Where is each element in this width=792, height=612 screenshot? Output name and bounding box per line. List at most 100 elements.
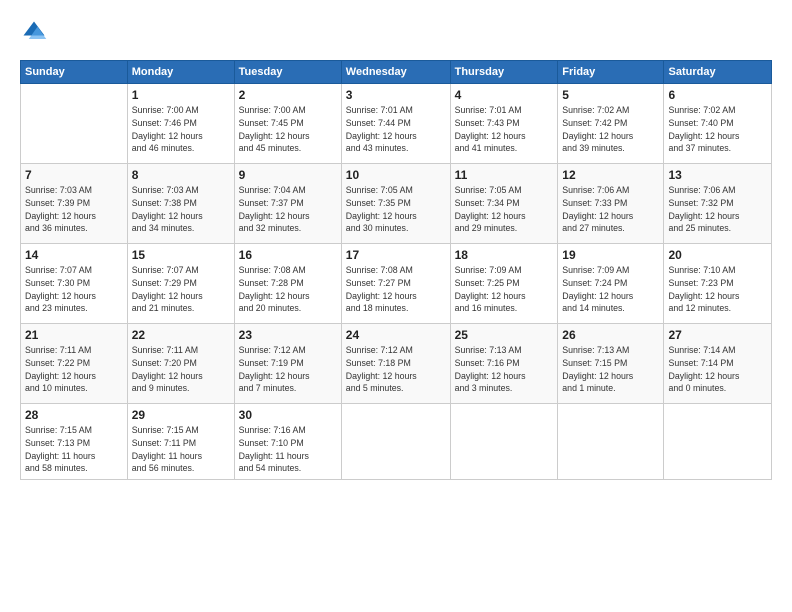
calendar-cell: 30 Sunrise: 7:16 AM Sunset: 7:10 PM Dayli… xyxy=(234,404,341,480)
calendar-cell: 20 Sunrise: 7:10 AM Sunset: 7:23 PM Dayli… xyxy=(664,244,772,324)
day-info: Sunrise: 7:05 AM Sunset: 7:34 PM Dayligh… xyxy=(455,184,554,235)
calendar-cell xyxy=(558,404,664,480)
calendar-cell: 26 Sunrise: 7:13 AM Sunset: 7:15 PM Dayli… xyxy=(558,324,664,404)
day-info: Sunrise: 7:15 AM Sunset: 7:11 PM Dayligh… xyxy=(132,424,230,475)
day-info: Sunrise: 7:09 AM Sunset: 7:25 PM Dayligh… xyxy=(455,264,554,315)
day-number: 2 xyxy=(239,88,337,102)
header-friday: Friday xyxy=(558,61,664,84)
day-info: Sunrise: 7:00 AM Sunset: 7:46 PM Dayligh… xyxy=(132,104,230,155)
header-tuesday: Tuesday xyxy=(234,61,341,84)
calendar-cell: 1 Sunrise: 7:00 AM Sunset: 7:46 PM Daylig… xyxy=(127,84,234,164)
day-number: 13 xyxy=(668,168,767,182)
header-sunday: Sunday xyxy=(21,61,128,84)
day-info: Sunrise: 7:08 AM Sunset: 7:27 PM Dayligh… xyxy=(346,264,446,315)
day-info: Sunrise: 7:04 AM Sunset: 7:37 PM Dayligh… xyxy=(239,184,337,235)
calendar-cell: 16 Sunrise: 7:08 AM Sunset: 7:28 PM Dayli… xyxy=(234,244,341,324)
calendar-cell: 28Sunrise: 7:15 AM Sunset: 7:13 PM Dayli… xyxy=(21,404,128,480)
calendar-cell: 9 Sunrise: 7:04 AM Sunset: 7:37 PM Daylig… xyxy=(234,164,341,244)
calendar-week-row: 7 Sunrise: 7:03 AM Sunset: 7:39 PM Daylig… xyxy=(21,164,772,244)
calendar-cell xyxy=(341,404,450,480)
day-number: 12 xyxy=(562,168,659,182)
day-number: 6 xyxy=(668,88,767,102)
calendar-cell: 29 Sunrise: 7:15 AM Sunset: 7:11 PM Dayli… xyxy=(127,404,234,480)
day-info: Sunrise: 7:16 AM Sunset: 7:10 PM Dayligh… xyxy=(239,424,337,475)
calendar-cell: 10 Sunrise: 7:05 AM Sunset: 7:35 PM Dayli… xyxy=(341,164,450,244)
calendar-week-row: 14 Sunrise: 7:07 AM Sunset: 7:30 PM Dayli… xyxy=(21,244,772,324)
calendar-cell: 15 Sunrise: 7:07 AM Sunset: 7:29 PM Dayli… xyxy=(127,244,234,324)
day-info: Sunrise: 7:10 AM Sunset: 7:23 PM Dayligh… xyxy=(668,264,767,315)
calendar-cell: 23Sunrise: 7:12 AM Sunset: 7:19 PM Dayli… xyxy=(234,324,341,404)
calendar-cell: 8Sunrise: 7:03 AM Sunset: 7:38 PM Daylig… xyxy=(127,164,234,244)
day-number: 4 xyxy=(455,88,554,102)
day-number: 15 xyxy=(132,248,230,262)
calendar-cell xyxy=(664,404,772,480)
day-number: 20 xyxy=(668,248,767,262)
day-number: 29 xyxy=(132,408,230,422)
page-container: SundayMondayTuesdayWednesdayThursdayFrid… xyxy=(0,0,792,490)
day-number: 5 xyxy=(562,88,659,102)
calendar-header-row: SundayMondayTuesdayWednesdayThursdayFrid… xyxy=(21,61,772,84)
day-number: 26 xyxy=(562,328,659,342)
day-number: 3 xyxy=(346,88,446,102)
header-thursday: Thursday xyxy=(450,61,558,84)
day-number: 17 xyxy=(346,248,446,262)
day-info: Sunrise: 7:05 AM Sunset: 7:35 PM Dayligh… xyxy=(346,184,446,235)
calendar-week-row: 28Sunrise: 7:15 AM Sunset: 7:13 PM Dayli… xyxy=(21,404,772,480)
header-wednesday: Wednesday xyxy=(341,61,450,84)
day-number: 30 xyxy=(239,408,337,422)
day-number: 10 xyxy=(346,168,446,182)
calendar-cell: 27Sunrise: 7:14 AM Sunset: 7:14 PM Dayli… xyxy=(664,324,772,404)
day-info: Sunrise: 7:11 AM Sunset: 7:20 PM Dayligh… xyxy=(132,344,230,395)
day-number: 8 xyxy=(132,168,230,182)
day-number: 25 xyxy=(455,328,554,342)
calendar-cell: 11 Sunrise: 7:05 AM Sunset: 7:34 PM Dayli… xyxy=(450,164,558,244)
day-info: Sunrise: 7:00 AM Sunset: 7:45 PM Dayligh… xyxy=(239,104,337,155)
day-info: Sunrise: 7:09 AM Sunset: 7:24 PM Dayligh… xyxy=(562,264,659,315)
calendar-cell xyxy=(450,404,558,480)
calendar-cell: 25 Sunrise: 7:13 AM Sunset: 7:16 PM Dayli… xyxy=(450,324,558,404)
day-info: Sunrise: 7:01 AM Sunset: 7:43 PM Dayligh… xyxy=(455,104,554,155)
calendar-cell xyxy=(21,84,128,164)
logo xyxy=(20,18,52,46)
day-info: Sunrise: 7:06 AM Sunset: 7:33 PM Dayligh… xyxy=(562,184,659,235)
day-number: 19 xyxy=(562,248,659,262)
header-saturday: Saturday xyxy=(664,61,772,84)
calendar-week-row: 1 Sunrise: 7:00 AM Sunset: 7:46 PM Daylig… xyxy=(21,84,772,164)
day-info: Sunrise: 7:01 AM Sunset: 7:44 PM Dayligh… xyxy=(346,104,446,155)
logo-icon xyxy=(20,18,48,46)
day-info: Sunrise: 7:13 AM Sunset: 7:16 PM Dayligh… xyxy=(455,344,554,395)
day-info: Sunrise: 7:07 AM Sunset: 7:30 PM Dayligh… xyxy=(25,264,123,315)
calendar-cell: 3 Sunrise: 7:01 AM Sunset: 7:44 PM Daylig… xyxy=(341,84,450,164)
day-number: 1 xyxy=(132,88,230,102)
calendar-cell: 6 Sunrise: 7:02 AM Sunset: 7:40 PM Daylig… xyxy=(664,84,772,164)
calendar-cell: 22Sunrise: 7:11 AM Sunset: 7:20 PM Dayli… xyxy=(127,324,234,404)
day-number: 28 xyxy=(25,408,123,422)
day-info: Sunrise: 7:13 AM Sunset: 7:15 PM Dayligh… xyxy=(562,344,659,395)
day-number: 14 xyxy=(25,248,123,262)
day-number: 9 xyxy=(239,168,337,182)
day-info: Sunrise: 7:03 AM Sunset: 7:39 PM Dayligh… xyxy=(25,184,123,235)
day-number: 23 xyxy=(239,328,337,342)
calendar-cell: 2 Sunrise: 7:00 AM Sunset: 7:45 PM Daylig… xyxy=(234,84,341,164)
day-info: Sunrise: 7:06 AM Sunset: 7:32 PM Dayligh… xyxy=(668,184,767,235)
day-number: 18 xyxy=(455,248,554,262)
calendar-table: SundayMondayTuesdayWednesdayThursdayFrid… xyxy=(20,60,772,480)
day-number: 16 xyxy=(239,248,337,262)
day-info: Sunrise: 7:11 AM Sunset: 7:22 PM Dayligh… xyxy=(25,344,123,395)
day-info: Sunrise: 7:08 AM Sunset: 7:28 PM Dayligh… xyxy=(239,264,337,315)
calendar-cell: 7 Sunrise: 7:03 AM Sunset: 7:39 PM Daylig… xyxy=(21,164,128,244)
day-number: 24 xyxy=(346,328,446,342)
calendar-cell: 24Sunrise: 7:12 AM Sunset: 7:18 PM Dayli… xyxy=(341,324,450,404)
day-number: 7 xyxy=(25,168,123,182)
calendar-cell: 18 Sunrise: 7:09 AM Sunset: 7:25 PM Dayli… xyxy=(450,244,558,324)
header-monday: Monday xyxy=(127,61,234,84)
day-info: Sunrise: 7:14 AM Sunset: 7:14 PM Dayligh… xyxy=(668,344,767,395)
page-header xyxy=(20,18,772,46)
calendar-cell: 21Sunrise: 7:11 AM Sunset: 7:22 PM Dayli… xyxy=(21,324,128,404)
calendar-cell: 13 Sunrise: 7:06 AM Sunset: 7:32 PM Dayli… xyxy=(664,164,772,244)
calendar-cell: 5Sunrise: 7:02 AM Sunset: 7:42 PM Daylig… xyxy=(558,84,664,164)
day-info: Sunrise: 7:07 AM Sunset: 7:29 PM Dayligh… xyxy=(132,264,230,315)
day-info: Sunrise: 7:02 AM Sunset: 7:40 PM Dayligh… xyxy=(668,104,767,155)
day-number: 11 xyxy=(455,168,554,182)
calendar-cell: 14 Sunrise: 7:07 AM Sunset: 7:30 PM Dayli… xyxy=(21,244,128,324)
